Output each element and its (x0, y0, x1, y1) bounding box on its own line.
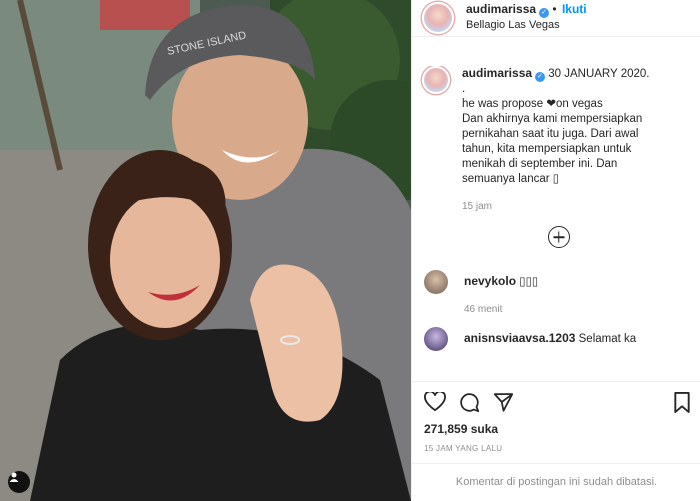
dot-separator: • (552, 2, 557, 16)
comments-list[interactable]: audimarissa ✓ 30 JANUARY 2020. . he was p… (412, 66, 700, 380)
post-header: audimarissa ✓ • Ikuti Bellagio Las Vegas (412, 0, 700, 37)
caption-line: . (462, 83, 466, 95)
share-paper-plane-icon[interactable] (493, 392, 514, 412)
post-panel: audimarissa ✓ • Ikuti Bellagio Las Vegas … (411, 0, 700, 501)
post-actions: 271,859 suka 15 JAM YANG LALU (412, 381, 700, 453)
comment-item: nevykolo ▯▯▯ 46 menit (412, 268, 700, 315)
caption: audimarissa ✓ 30 JANUARY 2020. . he was p… (412, 66, 700, 214)
caption-date: 30 JANUARY 2020. (548, 68, 650, 80)
comment-time: 46 menit (464, 304, 503, 315)
caption-line: he was propose ❤on vegas (462, 98, 603, 110)
caption-avatar[interactable] (422, 66, 450, 94)
commenter-username[interactable]: anisnsviaavsa.1203 (464, 331, 575, 345)
caption-line: semuanya lancar ▯ (462, 173, 560, 185)
comment-text: Selamat ka (578, 333, 637, 345)
comments-disabled-notice: Komentar di postingan ini sudah dibatasi… (412, 463, 700, 501)
tagged-users-icon[interactable] (8, 471, 30, 493)
caption-username[interactable]: audimarissa (462, 66, 532, 80)
verified-badge-icon: ✓ (539, 8, 550, 18)
action-row (424, 390, 691, 414)
caption-time: 15 jam (462, 201, 493, 212)
comment-body: nevykolo ▯▯▯ 46 menit (464, 274, 538, 315)
commenter-avatar[interactable] (422, 268, 450, 296)
load-more-comments-icon[interactable] (547, 226, 570, 248)
caption-line: tahun, kita mempersiapkan untuk (462, 143, 632, 155)
likes-count[interactable]: 271,859 suka (424, 422, 691, 436)
comment-item: anisnsviaavsa.1203 Selamat ka (412, 325, 700, 353)
commenter-avatar[interactable] (422, 325, 450, 353)
person-icon (9, 472, 19, 482)
verified-badge-icon: ✓ (535, 72, 546, 82)
comment-body: anisnsviaavsa.1203 Selamat ka (464, 331, 636, 345)
location-link[interactable]: Bellagio Las Vegas (466, 18, 587, 33)
caption-body: audimarissa ✓ 30 JANUARY 2020. . he was p… (462, 66, 649, 214)
header-text: audimarissa ✓ • Ikuti Bellagio Las Vegas (466, 2, 587, 33)
post-photo[interactable]: STONE ISLAND (0, 0, 411, 501)
follow-button[interactable]: Ikuti (562, 2, 587, 16)
caption-line: Dan akhirnya kami mempersiapkan (462, 113, 643, 125)
save-bookmark-icon[interactable] (673, 391, 691, 413)
commenter-username[interactable]: nevykolo (464, 274, 516, 288)
author-avatar[interactable] (422, 2, 454, 34)
caption-line: menikah di september ini. Dan (462, 158, 618, 170)
caption-line: pernikahan saat itu juga. Dari awal (462, 128, 639, 140)
author-username[interactable]: audimarissa (466, 2, 536, 16)
photo-illustration: STONE ISLAND (0, 0, 411, 501)
comment-text: ▯▯▯ (519, 276, 539, 288)
posted-time[interactable]: 15 JAM YANG LALU (424, 444, 691, 453)
like-heart-icon[interactable] (424, 392, 446, 412)
comment-bubble-icon[interactable] (459, 392, 480, 413)
